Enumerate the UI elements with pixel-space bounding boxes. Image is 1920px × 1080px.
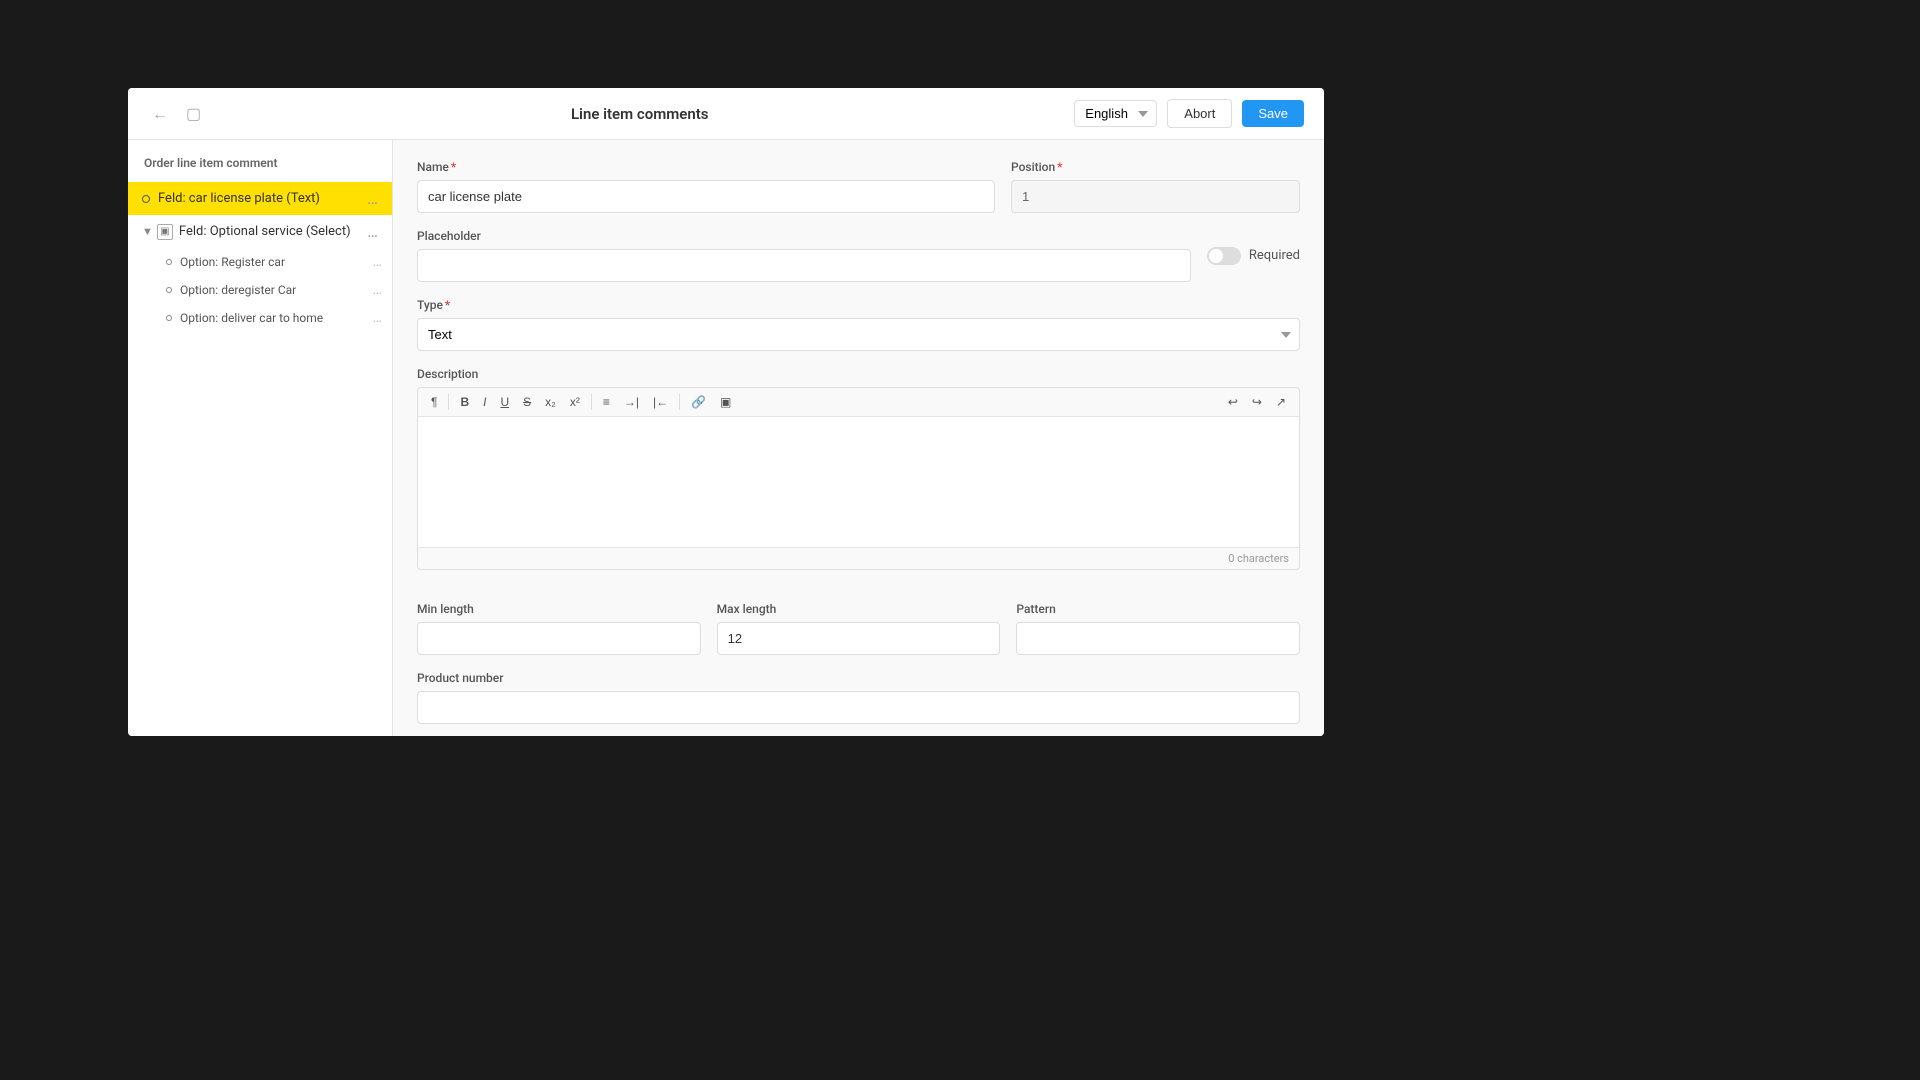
sub-dot-icon	[166, 259, 172, 265]
sidebar-title: Order line item comment	[128, 156, 392, 182]
sub-item-label: Option: Register car	[180, 255, 373, 269]
sidebar-item-label: Feld: car license plate (Text)	[158, 191, 363, 206]
max-length-input[interactable]	[717, 622, 1001, 655]
sidebar-item-register-car[interactable]: Option: Register car …	[142, 248, 392, 276]
min-length-input[interactable]	[417, 622, 701, 655]
sidebar-group-optional-service: ▼ ▣ Feld: Optional service (Select) … Op…	[128, 215, 392, 332]
product-number-input[interactable]	[417, 691, 1300, 724]
home-icon[interactable]: ▢	[182, 100, 205, 127]
position-label: Position*	[1011, 160, 1300, 174]
sidebar-item-deliver-car[interactable]: Option: deliver car to home …	[142, 304, 392, 332]
char-count: 0 characters	[418, 547, 1299, 569]
placeholder-group: Placeholder	[417, 229, 1191, 282]
sidebar-item-car-license-plate[interactable]: Feld: car license plate (Text) …	[128, 182, 392, 215]
pattern-input[interactable]	[1016, 622, 1300, 655]
toolbar-divider-3	[679, 394, 680, 410]
sub-item-label: Option: deliver car to home	[180, 311, 373, 325]
placeholder-input[interactable]	[417, 249, 1191, 282]
type-label: Type*	[417, 298, 1300, 312]
min-length-label: Min length	[417, 602, 701, 616]
main-content: Name* Position* Placeholder	[393, 140, 1324, 736]
description-editor: ¶ B I U S x₂ x² ≡ →| |← 🔗 ▣	[417, 387, 1300, 570]
folder-icon: ▣	[157, 224, 173, 240]
sub-more-icon[interactable]: …	[373, 254, 382, 270]
sub-item-label: Option: deregister Car	[180, 283, 373, 297]
page-title: Line item comments	[205, 105, 1074, 123]
italic-btn[interactable]: I	[478, 392, 491, 412]
placeholder-row: Placeholder Required	[417, 229, 1300, 282]
required-label: Required	[1249, 248, 1300, 263]
header: ← ▢ Line item comments English Abort Sav…	[128, 88, 1324, 140]
sub-dot-icon	[166, 315, 172, 321]
item-more-icon[interactable]: …	[363, 189, 382, 208]
length-pattern-row: Min length Max length Pattern	[417, 602, 1300, 655]
position-input[interactable]	[1011, 180, 1300, 213]
subscript-btn[interactable]: x₂	[540, 392, 561, 412]
collapse-icon: ▼	[142, 225, 153, 238]
redo-btn[interactable]: ↪	[1247, 392, 1267, 412]
product-number-label: Product number	[417, 671, 1300, 685]
sub-more-icon[interactable]: …	[373, 282, 382, 298]
type-group: Type* Text Select Textarea Number Checkb…	[417, 298, 1300, 351]
language-select[interactable]: English	[1074, 100, 1157, 127]
editor-toolbar: ¶ B I U S x₂ x² ≡ →| |← 🔗 ▣	[418, 388, 1299, 417]
max-length-label: Max length	[717, 602, 1001, 616]
name-group: Name*	[417, 160, 995, 213]
group-more-icon[interactable]: …	[363, 222, 382, 241]
sidebar: Order line item comment Feld: car licens…	[128, 140, 393, 736]
max-length-group: Max length	[717, 602, 1001, 655]
indent-btn[interactable]: →|	[619, 392, 644, 412]
pattern-group: Pattern	[1016, 602, 1300, 655]
strikethrough-btn[interactable]: S	[518, 392, 536, 412]
description-group: Description ¶ B I U S x₂ x² ≡ →| |	[417, 367, 1300, 586]
superscript-btn[interactable]: x²	[565, 392, 585, 412]
body: Order line item comment Feld: car licens…	[128, 140, 1324, 736]
min-length-group: Min length	[417, 602, 701, 655]
bold-btn[interactable]: B	[455, 392, 474, 412]
sub-dot-icon	[166, 287, 172, 293]
group-label: Feld: Optional service (Select)	[179, 224, 363, 239]
product-number-group: Product number	[417, 671, 1300, 724]
type-select[interactable]: Text Select Textarea Number Checkbox	[417, 318, 1300, 351]
placeholder-label: Placeholder	[417, 229, 1191, 243]
abort-button[interactable]: Abort	[1167, 99, 1232, 128]
sidebar-group-header[interactable]: ▼ ▣ Feld: Optional service (Select) …	[142, 215, 392, 248]
link-btn[interactable]: 🔗	[686, 392, 711, 412]
position-group: Position*	[1011, 160, 1300, 213]
required-toggle-group: Required	[1207, 247, 1300, 265]
header-left: ← ▢	[148, 100, 205, 128]
pattern-label: Pattern	[1016, 602, 1300, 616]
underline-btn[interactable]: U	[495, 392, 514, 412]
outdent-btn[interactable]: |←	[648, 392, 673, 412]
name-input[interactable]	[417, 180, 995, 213]
undo-btn[interactable]: ↩	[1223, 392, 1243, 412]
description-textarea[interactable]	[418, 417, 1299, 547]
sub-more-icon[interactable]: …	[373, 310, 382, 326]
name-position-row: Name* Position*	[417, 160, 1300, 213]
back-icon[interactable]: ←	[148, 100, 172, 128]
name-label: Name*	[417, 160, 995, 174]
table-btn[interactable]: ▣	[715, 392, 736, 412]
header-actions: English Abort Save	[1074, 99, 1304, 128]
align-btn[interactable]: ≡	[598, 392, 615, 412]
save-button[interactable]: Save	[1242, 100, 1304, 127]
required-toggle[interactable]	[1207, 247, 1241, 265]
paragraph-btn[interactable]: ¶	[426, 392, 442, 412]
expand-btn[interactable]: ↗	[1271, 392, 1291, 412]
item-dot-icon	[142, 195, 150, 203]
sidebar-item-deregister-car[interactable]: Option: deregister Car …	[142, 276, 392, 304]
description-label: Description	[417, 367, 1300, 381]
toolbar-divider	[448, 394, 449, 410]
toolbar-divider-2	[591, 394, 592, 410]
